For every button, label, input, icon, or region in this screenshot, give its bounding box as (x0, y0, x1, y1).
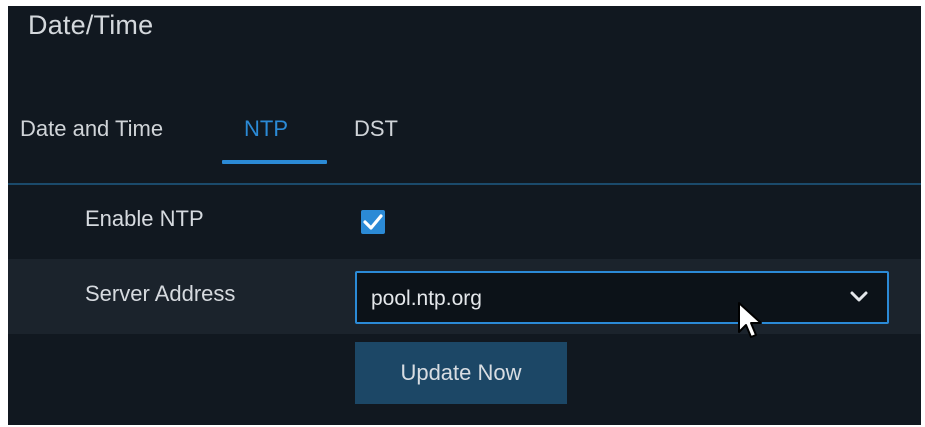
chevron-down-icon[interactable] (849, 290, 869, 304)
panel-title: Date/Time (28, 10, 154, 40)
server-address-label: Server Address (85, 281, 236, 306)
tab-date-and-time[interactable]: Date and Time (20, 116, 163, 142)
tabs-divider (8, 183, 921, 185)
active-tab-indicator (222, 160, 327, 164)
server-address-value: pool.ntp.org (371, 287, 482, 310)
tab-bar: Date and Time NTP DST (8, 106, 921, 168)
enable-ntp-checkbox[interactable] (361, 210, 385, 234)
tab-dst[interactable]: DST (354, 116, 398, 142)
date-time-panel: Date/Time Date and Time NTP DST Enable N… (8, 6, 921, 425)
server-address-select[interactable]: pool.ntp.org (355, 271, 889, 338)
update-now-button[interactable]: Update Now (355, 342, 567, 404)
tab-ntp[interactable]: NTP (244, 116, 288, 142)
enable-ntp-row: Enable NTP (8, 196, 921, 256)
check-icon (363, 214, 383, 230)
mouse-pointer-icon (738, 302, 762, 338)
enable-ntp-label: Enable NTP (85, 206, 204, 231)
update-row: Update Now (8, 336, 921, 411)
server-address-row: Server Address pool.ntp.org (8, 259, 921, 338)
